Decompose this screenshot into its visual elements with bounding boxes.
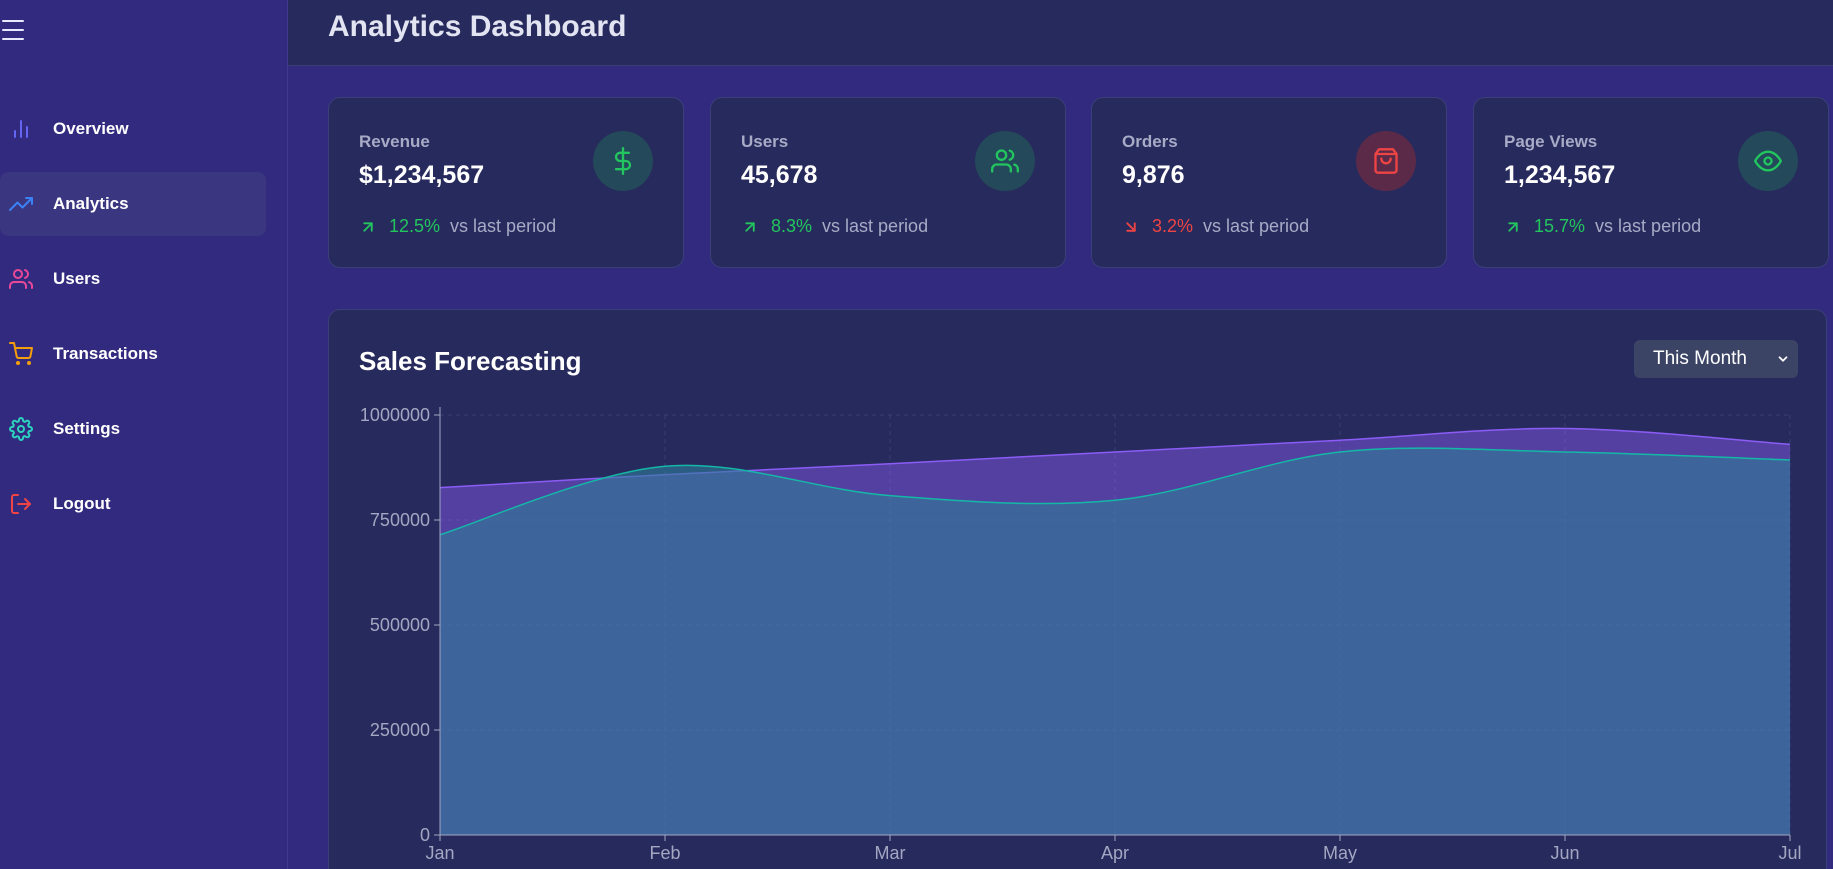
sidebar-item-label: Analytics [53,194,129,213]
panel-title: Sales Forecasting [359,346,582,376]
y-tick-label: 250000 [370,720,430,740]
period-select[interactable]: This Month [1634,340,1798,378]
stat-compare: vs last period [822,216,929,236]
stat-card-page-views: Page Views 1,234,567 15.7% vs last perio… [1473,97,1829,268]
x-tick-label: Jul [1778,843,1801,863]
stat-label: Users [741,132,789,151]
top-header: Analytics Dashboard [288,0,1833,66]
stat-value: 1,234,567 [1504,161,1616,189]
page-title: Analytics Dashboard [328,10,627,43]
x-tick-label: May [1323,843,1357,863]
stat-trend: 12.5% vs last period [359,216,556,237]
y-tick-label: 0 [420,825,430,845]
eye-icon [1738,131,1798,191]
gear-icon [9,417,33,441]
stat-change: 12.5% [389,216,441,236]
stat-label: Orders [1122,132,1178,151]
sidebar-item-label: Users [53,269,101,288]
sidebar-item-logout[interactable]: Logout [0,472,266,536]
chevron-down-icon [1778,356,1788,362]
x-tick-label: Mar [875,843,906,863]
sidebar-item-settings[interactable]: Settings [0,397,266,461]
stat-label: Revenue [359,132,430,151]
arrow-up-right-icon [1508,221,1518,232]
arrow-up-right-icon [745,221,755,232]
users-icon [9,269,33,289]
trending-up-icon [9,197,33,211]
stat-trend: 15.7% vs last period [1504,216,1701,237]
sidebar-item-label: Settings [53,419,121,438]
y-tick-label: 750000 [370,510,430,530]
cart-icon [9,342,33,365]
stat-value: $1,234,567 [359,161,485,189]
sidebar-item-label: Transactions [53,344,158,363]
sidebar-item-overview[interactable]: Overview [0,97,266,161]
sidebar-item-analytics[interactable]: Analytics [0,172,266,236]
stat-compare: vs last period [450,216,557,236]
x-tick-label: Jan [425,843,454,863]
hamburger-icon[interactable] [2,20,24,40]
shopping-bag-icon [1356,131,1416,191]
stat-card-users: Users 45,678 8.3% vs last period [710,97,1066,268]
stat-trend: 8.3% vs last period [741,216,928,237]
stat-change: 3.2% [1152,216,1194,236]
arrow-down-right-icon [1126,221,1136,232]
y-tick-label: 1000000 [360,405,430,425]
sidebar-item-label: Logout [53,494,111,513]
arrow-up-right-icon [363,221,373,232]
logout-icon [11,494,31,514]
stat-compare: vs last period [1203,216,1310,236]
period-select-value: This Month [1653,348,1747,369]
x-tick-label: Feb [649,843,680,863]
y-tick-label: 500000 [370,615,430,635]
stat-card-revenue: Revenue $1,234,567 12.5% vs last period [328,97,684,268]
app: Overview Analytics Users Transactions Se… [0,0,1833,869]
stat-change: 15.7% [1534,216,1586,236]
stat-card-orders: Orders 9,876 3.2% vs last period [1091,97,1447,268]
sales-forecast-chart: 0 250000 500000 750000 1000000 Jan Feb Mar Apr Ma… [360,405,1802,863]
bar-chart-icon [14,120,28,138]
stat-compare: vs last period [1595,216,1702,236]
sidebar-item-users[interactable]: Users [0,247,266,311]
sidebar-item-label: Overview [53,119,129,138]
stat-trend: 3.2% vs last period [1122,216,1309,237]
stat-value: 45,678 [741,161,818,189]
x-tick-label: Jun [1550,843,1579,863]
x-tick-label: Apr [1101,843,1129,863]
users-icon [975,131,1035,191]
stat-value: 9,876 [1122,161,1185,189]
stat-change: 8.3% [771,216,813,236]
stat-label: Page Views [1504,132,1598,151]
sidebar-item-transactions[interactable]: Transactions [0,322,266,386]
series-area-1 [440,448,1790,835]
sidebar: Overview Analytics Users Transactions Se… [0,0,288,869]
dollar-icon [593,131,653,191]
